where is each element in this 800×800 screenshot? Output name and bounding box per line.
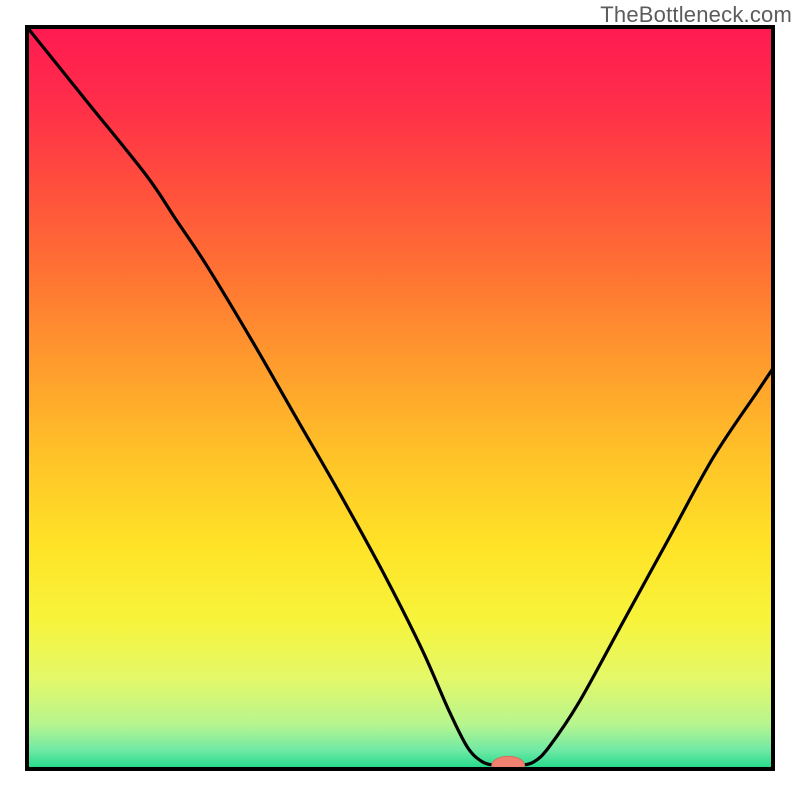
chart-container: TheBottleneck.com xyxy=(0,0,800,800)
watermark-text: TheBottleneck.com xyxy=(600,2,792,28)
plot-background-gradient xyxy=(27,27,773,769)
bottleneck-chart xyxy=(0,0,800,800)
optimal-point-marker xyxy=(492,756,525,774)
